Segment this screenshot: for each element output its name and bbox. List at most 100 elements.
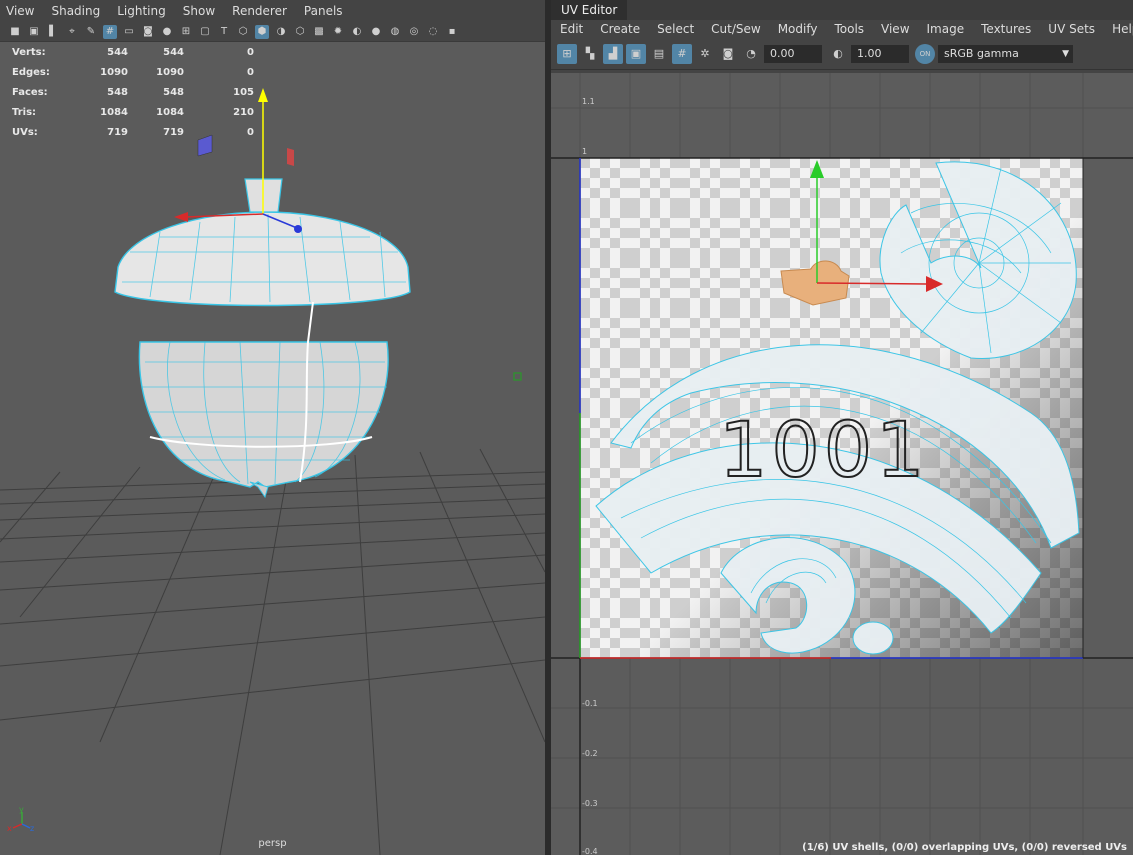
uv-shaded-icon[interactable]: ▚ — [580, 44, 600, 64]
hud-value: 1090 — [156, 66, 184, 78]
color-management-toggle[interactable]: ON — [915, 43, 935, 64]
motion-blur-icon[interactable]: ◍ — [388, 25, 402, 39]
uv-tick-label: 1.1 — [582, 97, 595, 106]
uv-distortion-icon[interactable]: ▟ — [603, 43, 623, 64]
ambient-occlusion-icon[interactable]: ● — [369, 25, 383, 39]
ground-grid — [0, 448, 545, 855]
hud-value: 105 — [233, 86, 254, 98]
camera-name-label: persp — [258, 838, 287, 849]
axis-x-label: x — [7, 824, 12, 833]
hud-value: 548 — [163, 86, 184, 98]
wireframe-on-shaded-icon[interactable]: ⬡ — [293, 25, 307, 39]
poly-count-hud: Verts: 544 544 0 Edges: 1090 1090 0 Face… — [12, 42, 254, 142]
scene-svg: y x z — [0, 88, 545, 855]
field-chart-icon[interactable]: ⊞ — [179, 25, 193, 39]
viewport-toolbar: ■ ▣ ▌ ⌖ ✎ # ▭ ◙ ● ⊞ ▢ T ⬡ ⬢ ◑ ⬡ ▩ ✹ ◐ ● … — [0, 22, 545, 42]
uv-tick-label: -0.2 — [582, 749, 598, 758]
uv-editor-titlebar: UV Editor — [551, 0, 1133, 20]
uv-menu-tools[interactable]: Tools — [834, 22, 864, 36]
shadows-icon[interactable]: ◐ — [350, 25, 364, 39]
hud-label: Verts: — [12, 46, 46, 58]
hud-value: 1084 — [100, 106, 128, 118]
uv-menu-select[interactable]: Select — [657, 22, 694, 36]
uv-editor-tab[interactable]: UV Editor — [551, 0, 628, 20]
uv-menu-cut-sew[interactable]: Cut/Sew — [711, 22, 761, 36]
safe-title-icon[interactable]: T — [217, 25, 231, 39]
hud-value: 719 — [163, 126, 184, 138]
uv-checker-icon[interactable]: # — [672, 43, 692, 64]
image-plane-icon[interactable]: ⌖ — [65, 25, 79, 39]
grease-pencil-icon[interactable]: ✎ — [84, 25, 98, 39]
gate-mask-icon[interactable]: ● — [160, 25, 174, 39]
perspective-viewport[interactable]: y x z Verts: 544 544 0 Edges: 1090 1090 … — [0, 42, 545, 855]
viewport-menubar: View Shading Lighting Show Renderer Pane… — [0, 0, 545, 22]
viewport-panel: View Shading Lighting Show Renderer Pane… — [0, 0, 545, 855]
menu-panels[interactable]: Panels — [304, 4, 343, 18]
uv-image-ratio-icon[interactable]: ▤ — [649, 44, 669, 64]
light-locator — [513, 372, 522, 381]
hud-value: 0 — [247, 126, 254, 138]
hud-value: 544 — [163, 46, 184, 58]
uv-menu-edit[interactable]: Edit — [560, 22, 583, 36]
axis-z-label: z — [30, 824, 34, 833]
resolution-gate-icon[interactable]: ◙ — [141, 25, 155, 39]
hud-row-uvs: UVs: 719 719 0 — [12, 122, 254, 142]
hud-row-edges: Edges: 1090 1090 0 — [12, 62, 254, 82]
use-lights-icon[interactable]: ✹ — [331, 25, 345, 39]
hud-label: UVs: — [12, 126, 38, 138]
hud-row-tris: Tris: 1084 1084 210 — [12, 102, 254, 122]
gamma-field[interactable]: 1.00 — [851, 44, 909, 63]
hud-label: Tris: — [12, 106, 37, 118]
uv-gamma-icon[interactable]: ◐ — [828, 44, 848, 64]
isolate-select-icon[interactable]: ▪ — [445, 25, 459, 39]
menu-lighting[interactable]: Lighting — [117, 4, 166, 18]
uv-menu-modify[interactable]: Modify — [778, 22, 818, 36]
uv-menu-help[interactable]: Help — [1112, 22, 1133, 36]
uv-grid-view-icon[interactable]: ⊞ — [557, 43, 577, 64]
uv-tick-label: -0.1 — [582, 699, 598, 708]
hud-value: 1090 — [100, 66, 128, 78]
uv-menu-image[interactable]: Image — [927, 22, 965, 36]
menu-view[interactable]: View — [6, 4, 34, 18]
uv-editor-toolbar: ⊞ ▚ ▟ ▣ ▤ # ✲ ◙ ◔ 0.00 ◐ 1.00 ON sRGB ga… — [551, 38, 1133, 70]
textured-icon[interactable]: ▩ — [312, 25, 326, 39]
color-space-value: sRGB gamma — [944, 46, 1019, 60]
uv-tick-label: -0.4 — [582, 847, 598, 855]
depth-of-field-icon[interactable]: ◌ — [426, 25, 440, 39]
hud-label: Faces: — [12, 86, 48, 98]
hud-value: 1084 — [156, 106, 184, 118]
safe-action-icon[interactable]: ▢ — [198, 25, 212, 39]
acorn-mesh — [114, 178, 411, 499]
smooth-shade-icon[interactable]: ⬢ — [255, 24, 269, 39]
view-axis-icon — [12, 812, 31, 829]
axis-y-label: y — [19, 805, 24, 814]
hud-value: 548 — [107, 86, 128, 98]
camera-attributes-icon[interactable]: ▣ — [27, 25, 41, 39]
uv-menu-uv-sets[interactable]: UV Sets — [1048, 22, 1095, 36]
color-space-dropdown[interactable]: sRGB gamma ▼ — [938, 44, 1073, 63]
anti-aliasing-icon[interactable]: ◎ — [407, 25, 421, 39]
uv-snapshot-icon[interactable]: ◙ — [718, 44, 738, 64]
grid-icon[interactable]: # — [103, 24, 117, 39]
uv-menu-textures[interactable]: Textures — [981, 22, 1031, 36]
uv-tick-label: -0.3 — [582, 799, 598, 808]
uv-menu-view[interactable]: View — [881, 22, 909, 36]
uv-menu-create[interactable]: Create — [600, 22, 640, 36]
udim-tile-label: 1001 — [718, 404, 929, 495]
menu-renderer[interactable]: Renderer — [232, 4, 287, 18]
bookmark-icon[interactable]: ▌ — [46, 25, 60, 39]
menu-show[interactable]: Show — [183, 4, 215, 18]
uv-editor-panel: UV Editor Edit Create Select Cut/Sew Mod… — [551, 0, 1133, 855]
hud-value: 544 — [107, 46, 128, 58]
uv-status-text: (1/6) UV shells, (0/0) overlapping UVs, … — [802, 842, 1127, 853]
film-gate-icon[interactable]: ▭ — [122, 25, 136, 39]
uv-snap-icon[interactable]: ✲ — [695, 44, 715, 64]
uv-texture-border-icon[interactable]: ▣ — [626, 43, 646, 64]
camera-select-icon[interactable]: ■ — [8, 25, 22, 39]
exposure-field[interactable]: 0.00 — [764, 44, 822, 63]
uv-exposure-icon[interactable]: ◔ — [741, 44, 761, 64]
menu-shading[interactable]: Shading — [51, 4, 100, 18]
default-lighting-icon[interactable]: ◑ — [274, 25, 288, 39]
wireframe-icon[interactable]: ⬡ — [236, 25, 250, 39]
uv-canvas[interactable]: 1001 1.1 1 -0.1 -0.2 -0.3 -0.4 (1/6) UV … — [551, 73, 1133, 855]
